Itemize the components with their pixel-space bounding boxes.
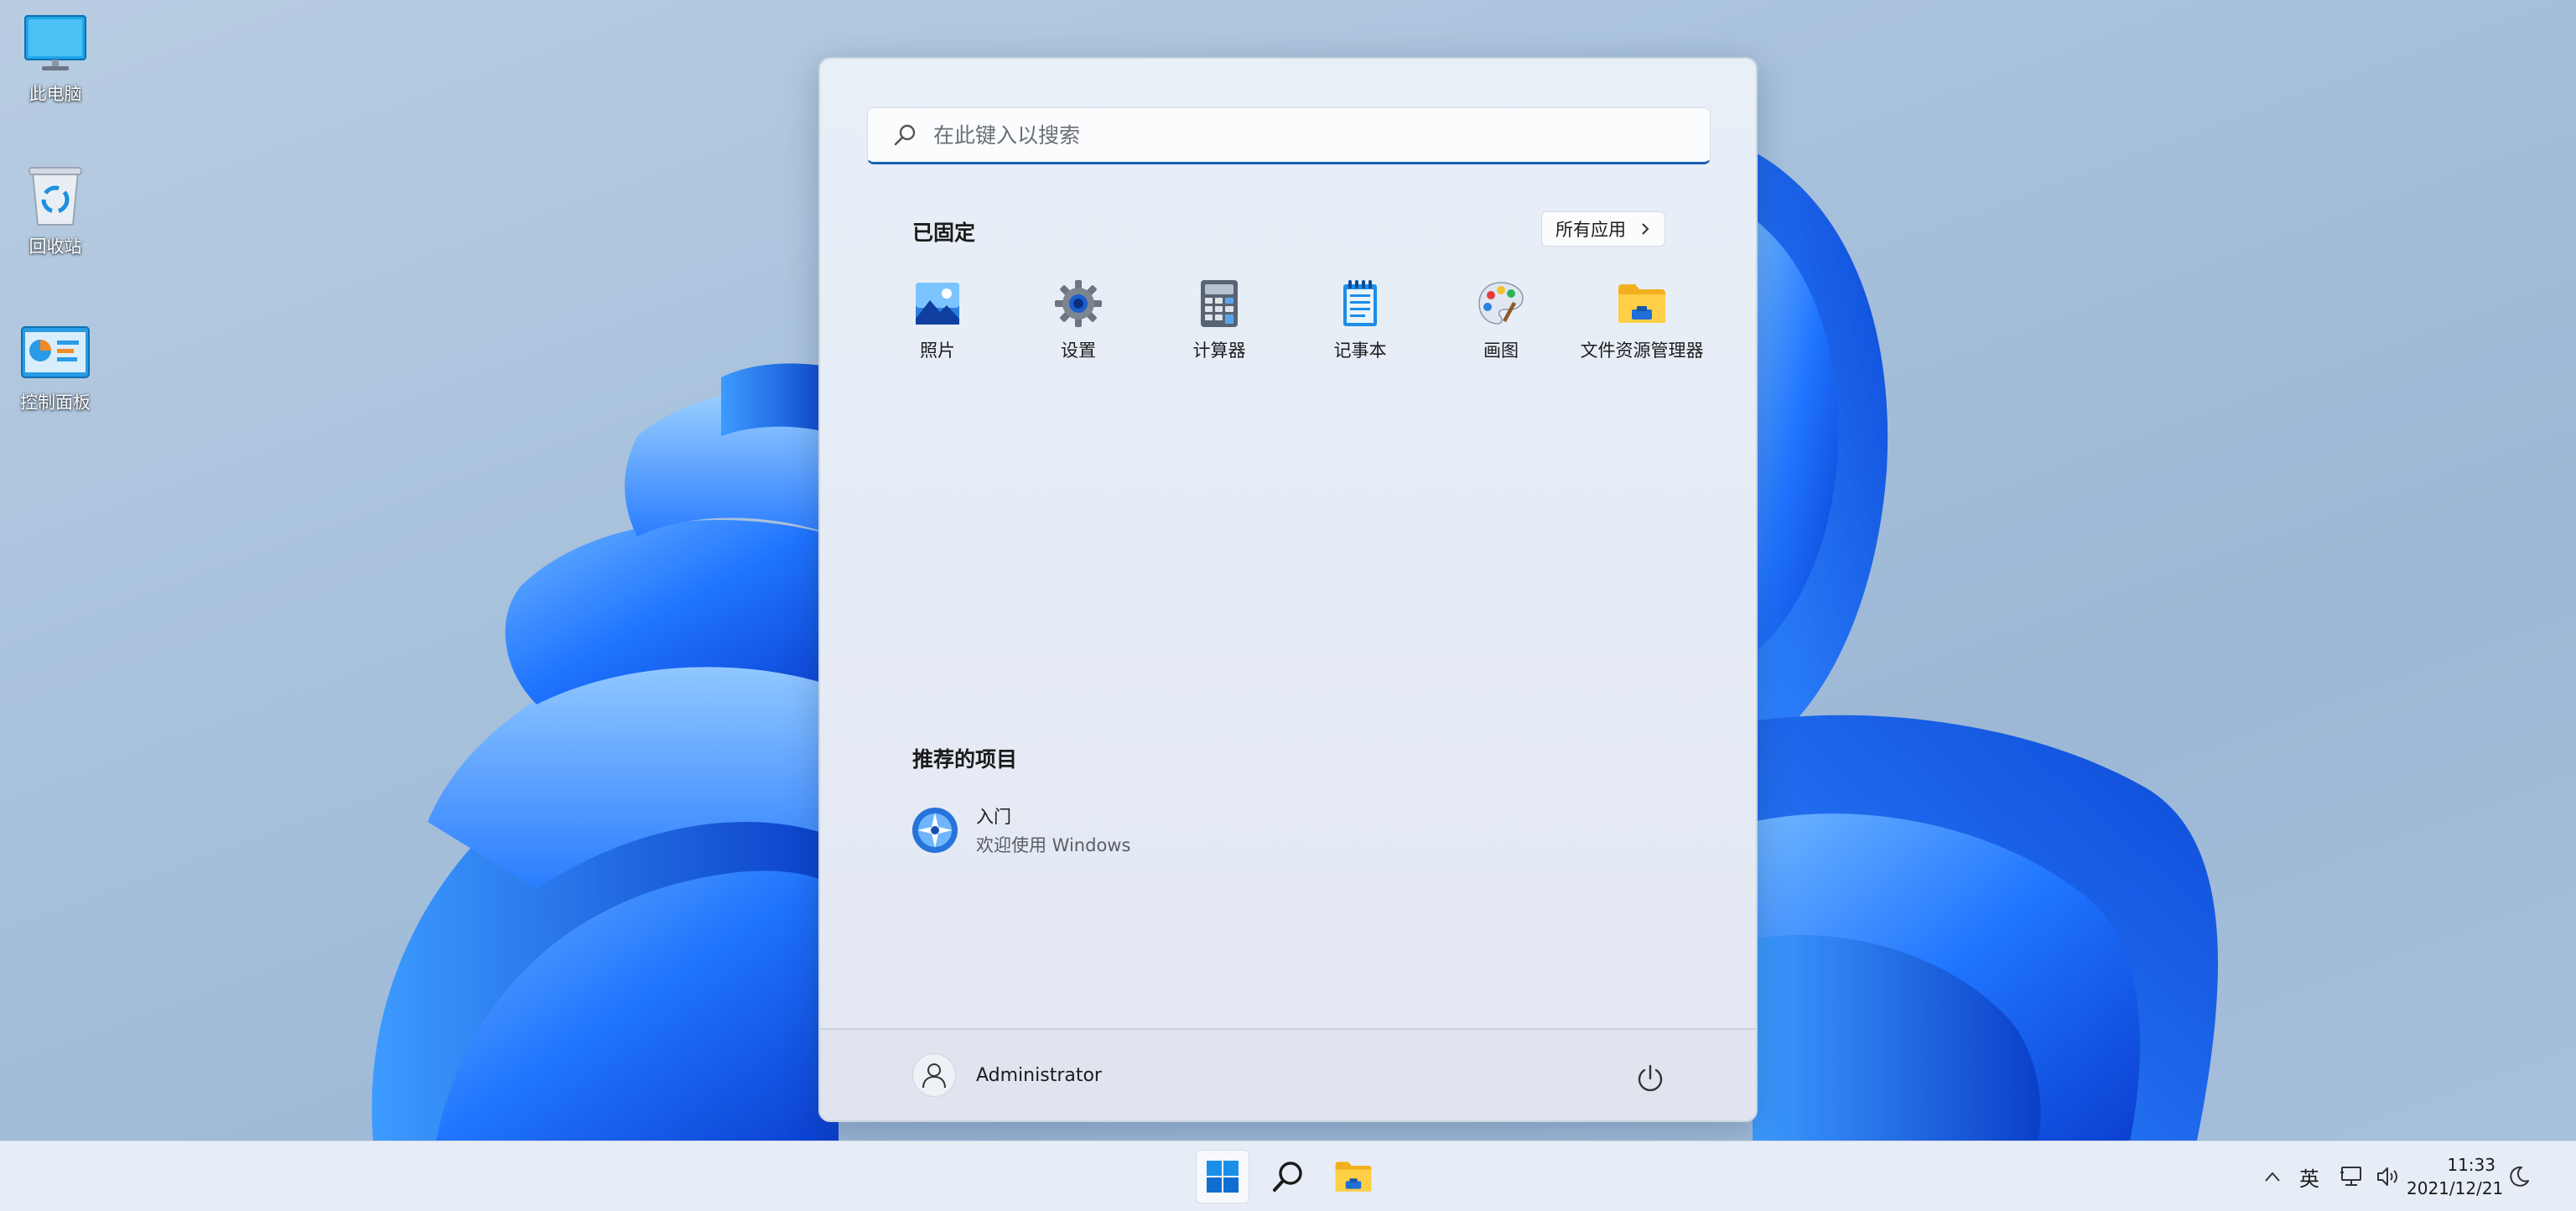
- control-panel-icon: [19, 320, 91, 384]
- pinned-app-label: 画图: [1483, 340, 1519, 361]
- moon-focus-icon: [2510, 1166, 2529, 1187]
- recommended-section-title: 推荐的项目: [912, 747, 1018, 772]
- taskbar-file-explorer-button[interactable]: [1327, 1150, 1380, 1203]
- recommended-item-title: 入门: [976, 807, 1011, 827]
- recommended-item-get-started[interactable]: 入门 欢迎使用 Windows: [911, 803, 1130, 857]
- clock-button[interactable]: 11:33 2021/12/21: [2407, 1153, 2504, 1200]
- notepad-icon: [1335, 278, 1385, 329]
- pinned-apps-grid: 照片 设置 计算器 记事本 画图 文件资源管理器: [867, 278, 1714, 362]
- pinned-app-file-explorer[interactable]: 文件资源管理器: [1571, 278, 1712, 362]
- pinned-app-label: 文件资源管理器: [1580, 340, 1704, 361]
- pinned-app-label: 计算器: [1192, 340, 1246, 361]
- photos-icon: [912, 278, 963, 329]
- monitor-icon: [19, 12, 91, 75]
- get-started-icon: [912, 808, 958, 853]
- start-menu-footer: Administrator: [820, 1028, 1756, 1120]
- ime-indicator[interactable]: 英: [2286, 1162, 2333, 1192]
- paint-palette-icon: [1476, 278, 1526, 329]
- search-icon: [894, 124, 916, 146]
- desktop-icon-this-pc[interactable]: 此电脑: [0, 12, 111, 106]
- desktop-icon-label: 控制面板: [20, 392, 91, 413]
- settings-gear-icon: [1053, 278, 1104, 329]
- search-icon: [1273, 1162, 1302, 1192]
- user-name: Administrator: [976, 1064, 1102, 1086]
- start-search-box[interactable]: [867, 107, 1711, 164]
- file-explorer-icon: [1335, 1162, 1372, 1192]
- chevron-right-icon: [1642, 223, 1649, 235]
- search-input[interactable]: [933, 122, 1688, 148]
- system-tray: 英 11:33 2021/12/21: [2259, 1141, 2537, 1211]
- user-account-button[interactable]: Administrator: [912, 1053, 1102, 1097]
- file-explorer-icon: [1617, 278, 1667, 329]
- power-icon[interactable]: [1633, 1062, 1667, 1095]
- taskbar: 英 11:33 2021/12/21: [0, 1141, 2576, 1211]
- chevron-up-icon: [2265, 1172, 2280, 1182]
- taskbar-search-button[interactable]: [1261, 1150, 1315, 1203]
- desktop-icon-label: 回收站: [29, 236, 82, 257]
- desktop-icon-recycle-bin[interactable]: 回收站: [0, 164, 111, 258]
- network-button[interactable]: [2333, 1166, 2370, 1188]
- desktop-icon-label: 此电脑: [29, 84, 82, 104]
- show-hidden-icons-button[interactable]: [2259, 1171, 2286, 1182]
- clock-time: 11:33: [2447, 1155, 2496, 1175]
- pinned-app-label: 照片: [920, 340, 955, 361]
- clock-date: 2021/12/21: [2407, 1178, 2504, 1198]
- recommended-item-subtitle: 欢迎使用 Windows: [976, 835, 1131, 855]
- speaker-volume-icon: [2377, 1167, 2397, 1186]
- user-avatar-icon: [912, 1053, 956, 1097]
- start-menu: 已固定 所有应用 照片: [818, 57, 1758, 1122]
- pinned-app-photos[interactable]: 照片: [867, 278, 1008, 362]
- pinned-app-label: 设置: [1061, 340, 1096, 361]
- pinned-app-settings[interactable]: 设置: [1008, 278, 1149, 362]
- all-apps-button[interactable]: 所有应用: [1541, 211, 1665, 247]
- pinned-app-paint[interactable]: 画图: [1431, 278, 1571, 362]
- recycle-bin-icon: [19, 164, 91, 228]
- notification-button[interactable]: [2501, 1165, 2537, 1188]
- all-apps-label: 所有应用: [1555, 220, 1626, 240]
- network-wired-icon: [2340, 1167, 2361, 1186]
- pinned-app-notepad[interactable]: 记事本: [1290, 278, 1431, 362]
- start-button[interactable]: [1196, 1150, 1249, 1203]
- pinned-section-title: 已固定: [912, 221, 976, 245]
- start-windows-icon: [1207, 1161, 1239, 1193]
- pinned-app-label: 记事本: [1333, 340, 1387, 361]
- desktop-icon-control-panel[interactable]: 控制面板: [0, 320, 111, 414]
- volume-button[interactable]: [2370, 1166, 2407, 1188]
- calculator-icon: [1194, 278, 1244, 329]
- pinned-app-calculator[interactable]: 计算器: [1149, 278, 1290, 362]
